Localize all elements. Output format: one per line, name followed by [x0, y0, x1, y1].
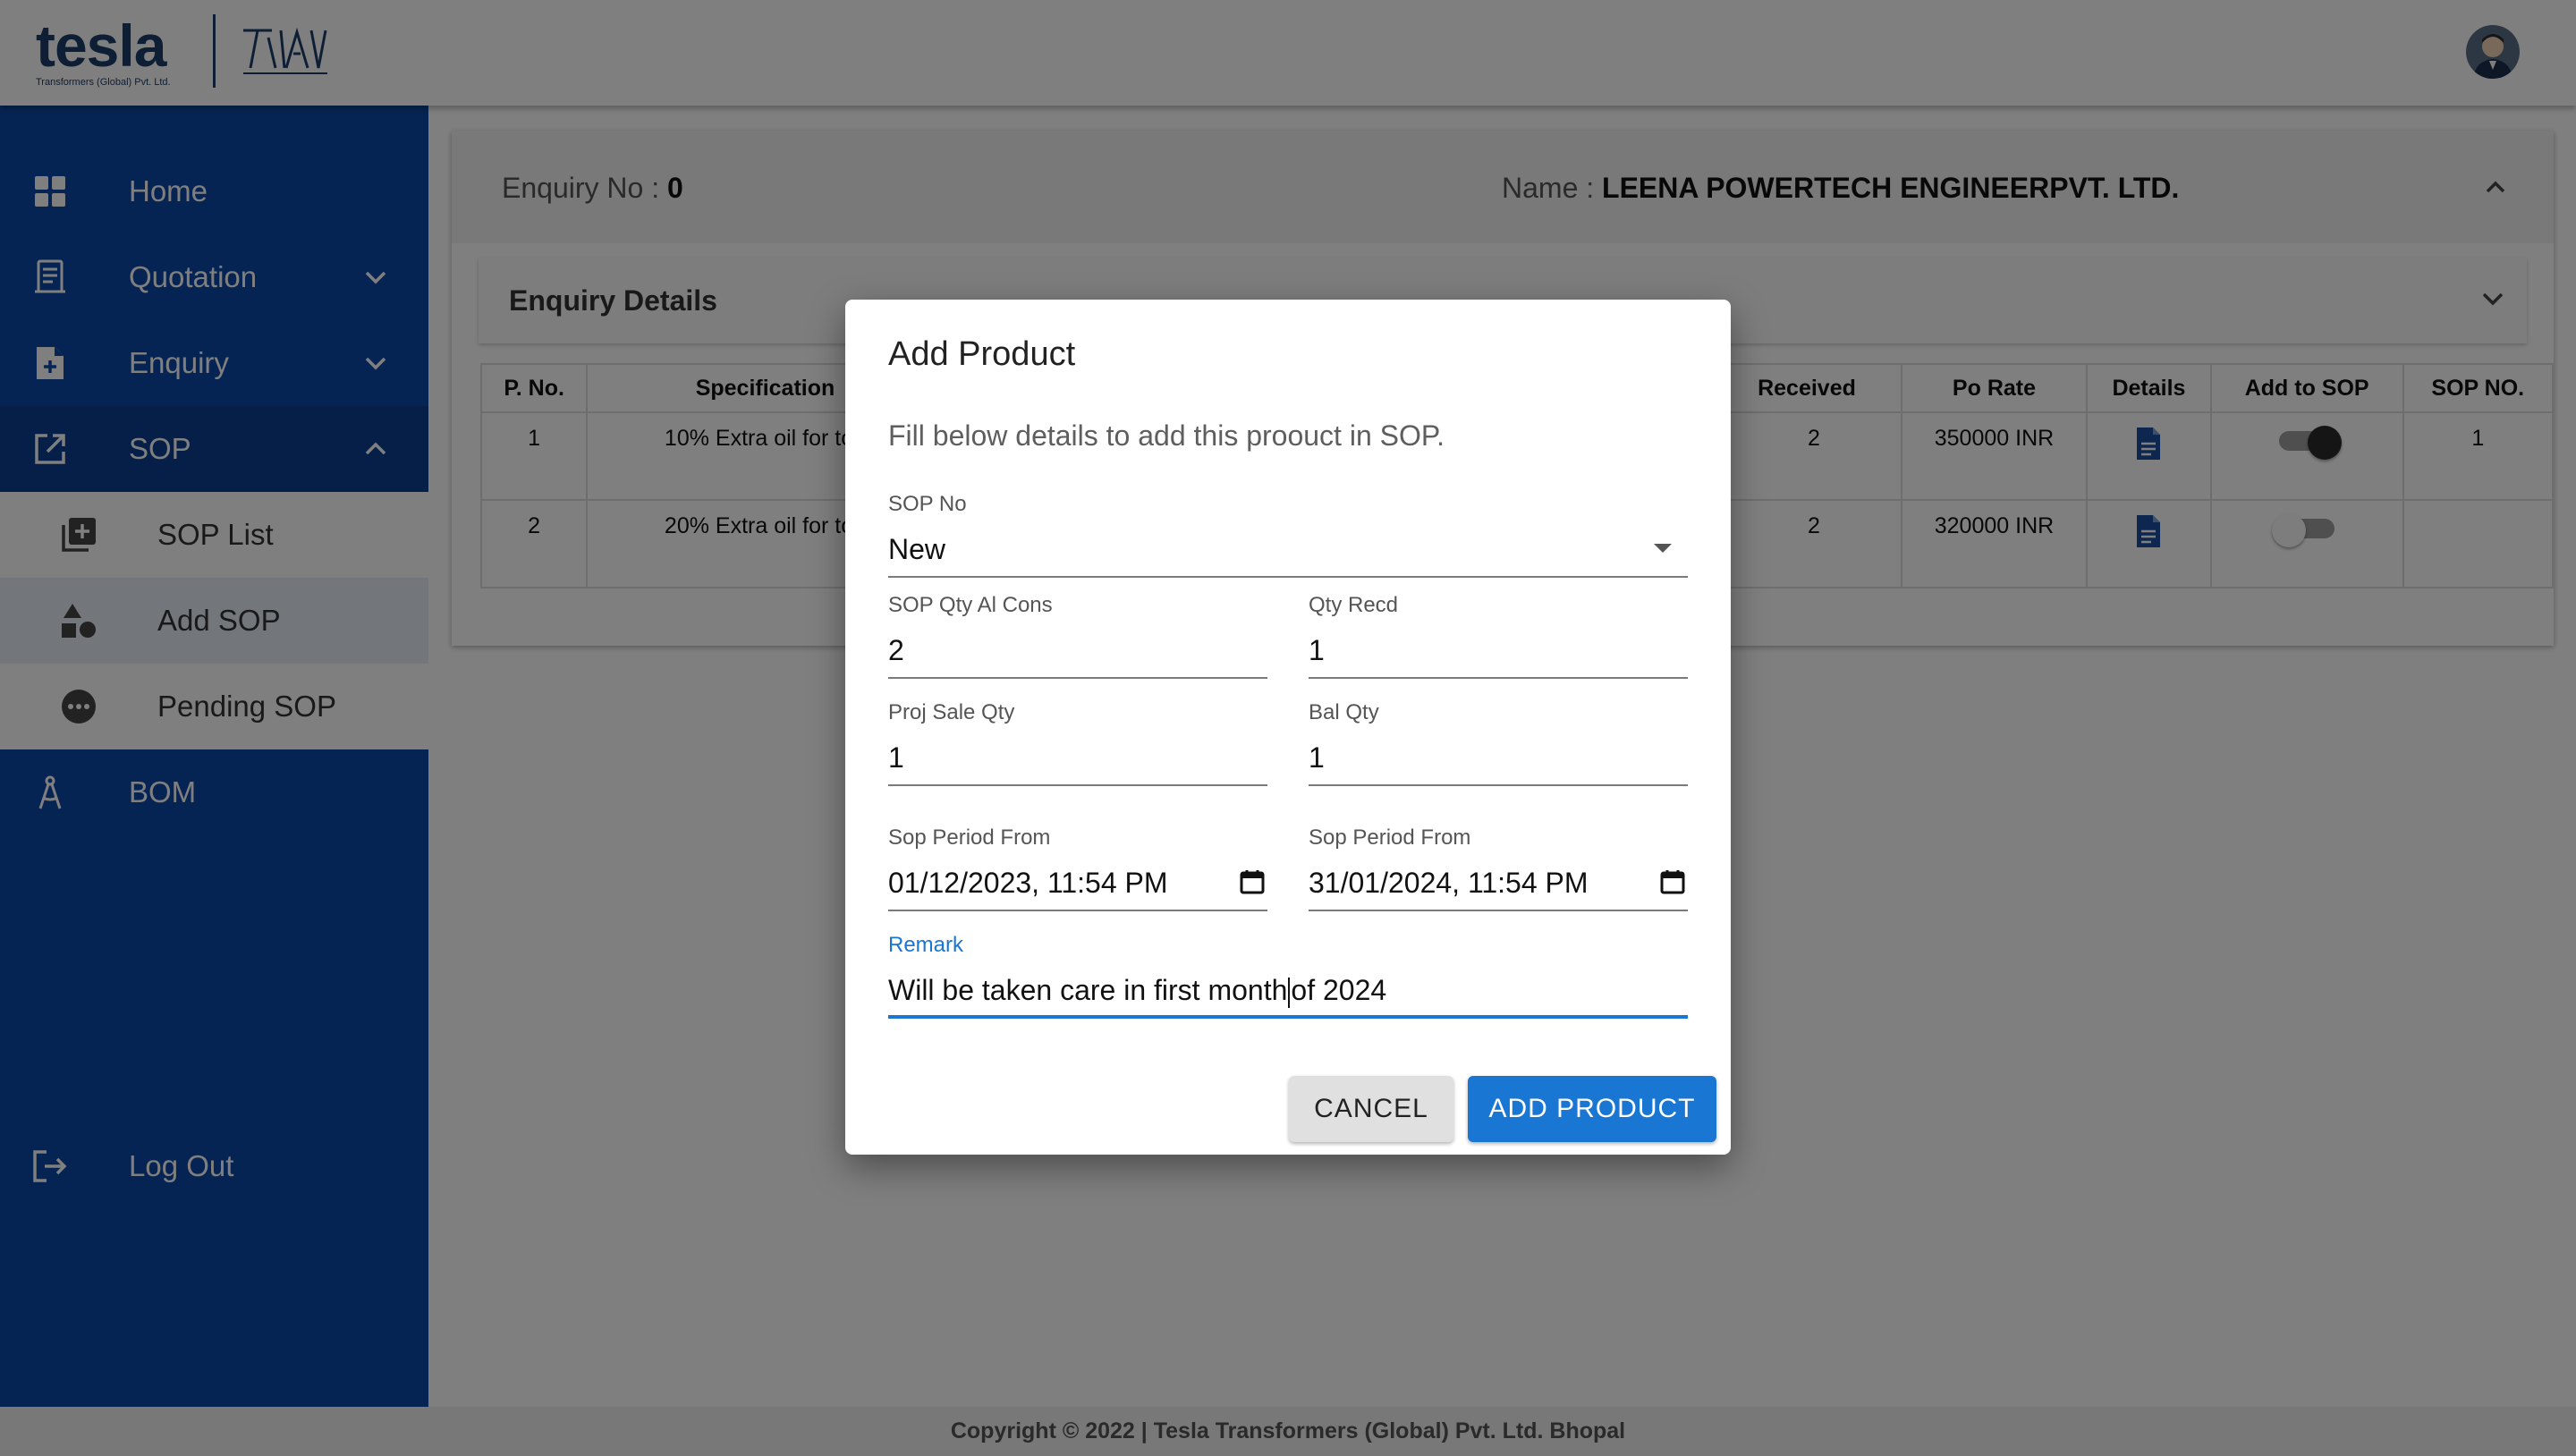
- sop-no-select[interactable]: SOP No New: [888, 492, 1688, 578]
- dialog-title: Add Product: [888, 335, 1076, 373]
- dropdown-arrow-icon: [1654, 544, 1672, 553]
- sop-qty-label: SOP Qty Al Cons: [888, 593, 1053, 617]
- calendar-icon[interactable]: [1659, 868, 1686, 895]
- qty-recd-value: 1: [1309, 634, 1325, 666]
- bal-qty-label: Bal Qty: [1309, 700, 1379, 724]
- remark-text-after-cursor: of 2024: [1291, 974, 1387, 1006]
- qty-recd-label: Qty Recd: [1309, 593, 1399, 617]
- field-underline: [888, 677, 1267, 679]
- sop-qty-input[interactable]: SOP Qty Al Cons 2: [888, 593, 1267, 679]
- field-underline: [888, 576, 1688, 578]
- field-underline: [1309, 784, 1688, 786]
- proj-sale-qty-value: 1: [888, 741, 904, 774]
- sop-period-to-input[interactable]: Sop Period From 31/01/2024, 11:54 PM: [1309, 825, 1688, 911]
- cancel-button[interactable]: CANCEL: [1289, 1076, 1453, 1142]
- remark-label: Remark: [888, 933, 964, 957]
- qty-recd-input[interactable]: Qty Recd 1: [1309, 593, 1688, 679]
- sop-period-from-value: 01/12/2023, 11:54 PM: [888, 867, 1168, 899]
- proj-sale-qty-input[interactable]: Proj Sale Qty 1: [888, 700, 1267, 786]
- field-underline: [888, 910, 1267, 911]
- add-product-button[interactable]: ADD PRODUCT: [1468, 1076, 1716, 1142]
- remark-value: Will be taken care in first month of 2024: [888, 974, 1386, 1008]
- field-underline: [888, 784, 1267, 786]
- sop-qty-value: 2: [888, 634, 904, 666]
- sop-no-value: New: [888, 533, 946, 565]
- sop-period-from-label: Sop Period From: [888, 825, 1051, 850]
- sop-no-label: SOP No: [888, 492, 967, 516]
- sop-period-to-label: Sop Period From: [1309, 825, 1471, 850]
- field-underline: [888, 1015, 1688, 1019]
- sop-period-from-input[interactable]: Sop Period From 01/12/2023, 11:54 PM: [888, 825, 1267, 911]
- proj-sale-qty-label: Proj Sale Qty: [888, 700, 1015, 724]
- bal-qty-value: 1: [1309, 741, 1325, 774]
- remark-text-before-cursor: Will be taken care in first month: [888, 974, 1288, 1006]
- dialog-subtitle: Fill below details to add this proouct i…: [888, 419, 1445, 452]
- sop-period-to-value: 31/01/2024, 11:54 PM: [1309, 867, 1589, 899]
- add-product-dialog: Add Product Fill below details to add th…: [845, 300, 1731, 1155]
- field-underline: [1309, 677, 1688, 679]
- remark-input[interactable]: Remark Will be taken care in first month…: [888, 933, 1688, 1019]
- bal-qty-input[interactable]: Bal Qty 1: [1309, 700, 1688, 786]
- calendar-icon[interactable]: [1239, 868, 1266, 895]
- field-underline: [1309, 910, 1688, 911]
